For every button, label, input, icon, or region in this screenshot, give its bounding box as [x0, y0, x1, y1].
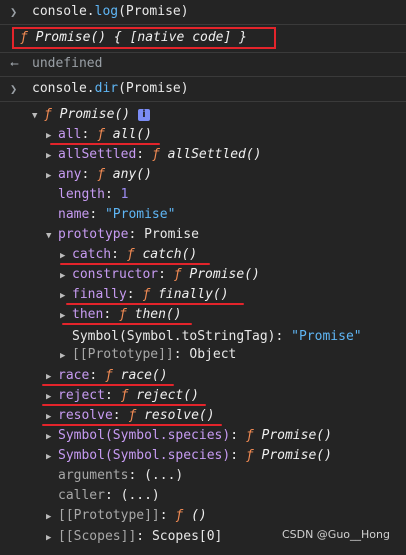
console-input-line-2: ❯ console.dir(Promise): [0, 79, 406, 99]
tree-item-any[interactable]: ▶ any: ƒ any(): [0, 165, 406, 185]
tree-item-catch[interactable]: ▶ catch: ƒ catch(): [0, 245, 406, 265]
tree-item-race[interactable]: ▶ race: ƒ race(): [0, 366, 406, 386]
collapse-triangle-icon[interactable]: ▶: [46, 447, 58, 467]
undefined-text: undefined: [32, 56, 103, 71]
tree-item-prototype-object[interactable]: ▶ [[Prototype]]: Object: [0, 345, 406, 365]
tree-item-species-2[interactable]: ▶ Symbol(Symbol.species): ƒ Promise(): [0, 446, 406, 466]
tree-item-name: name: "Promise": [58, 207, 176, 222]
tree-item-tostringtag: Symbol(Symbol.toStringTag): "Promise": [72, 329, 362, 344]
watermark: CSDN @Guo__Hong: [281, 528, 390, 541]
input-chevron-icon: ❯: [10, 5, 18, 19]
tree-item-caller[interactable]: caller: (...): [0, 486, 406, 506]
expand-triangle-icon[interactable]: ▼: [46, 226, 58, 246]
tree-item-reject[interactable]: ▶ reject: ƒ reject(): [0, 386, 406, 406]
collapse-triangle-icon[interactable]: ▶: [46, 166, 58, 186]
collapse-triangle-icon[interactable]: ▶: [46, 427, 58, 447]
console-arg: (Promise): [118, 4, 189, 19]
return-arrow-icon: ⭠: [10, 57, 19, 70]
tree-item-finally[interactable]: ▶ finally: ƒ finally(): [0, 285, 406, 305]
tree-item-length: length: 1: [58, 187, 129, 202]
return-value-line: ⭠ undefined: [0, 54, 406, 74]
console-input-line: ❯ console.log(Promise): [0, 2, 406, 22]
tree-item-then[interactable]: ▶ then: ƒ then(): [0, 305, 406, 325]
input-chevron-icon-2: ❯: [10, 82, 18, 96]
console-prefix-2: console.: [32, 81, 95, 96]
expand-triangle-icon[interactable]: ▼: [32, 106, 44, 126]
tree-item-constructor[interactable]: ▶ constructor: ƒ Promise(): [0, 265, 406, 285]
function-f-glyph: ƒ: [20, 30, 28, 45]
info-icon[interactable]: i: [137, 109, 150, 121]
tree-root[interactable]: ▼ ƒ Promise() i: [0, 105, 406, 125]
tree-item-all[interactable]: ▶ all: ƒ all(): [0, 125, 406, 145]
root-name: Promise(): [59, 107, 131, 122]
console-method-2: dir: [94, 81, 119, 96]
collapse-triangle-icon[interactable]: ▶: [60, 346, 72, 366]
collapse-triangle-icon[interactable]: ▶: [46, 528, 58, 548]
console-arg-2: (Promise): [118, 81, 189, 96]
tree-item-prototype-fn[interactable]: ▶ [[Prototype]]: ƒ (): [0, 506, 406, 526]
log-output-text: Promise() { [native code] }: [27, 30, 247, 45]
console-prefix: console.: [32, 4, 95, 19]
collapse-triangle-icon[interactable]: ▶: [60, 266, 72, 286]
tree-item-species-1[interactable]: ▶ Symbol(Symbol.species): ƒ Promise(): [0, 426, 406, 446]
tree-item-resolve[interactable]: ▶ resolve: ƒ resolve(): [0, 406, 406, 426]
tree-item-prototype[interactable]: ▼ prototype: Promise: [0, 225, 406, 245]
log-output[interactable]: ƒ Promise() { [native code] }: [0, 28, 406, 48]
tree-item-allsettled[interactable]: ▶ allSettled: ƒ allSettled(): [0, 145, 406, 165]
tree-item-arguments[interactable]: arguments: (...): [0, 466, 406, 486]
collapse-triangle-icon[interactable]: ▶: [46, 507, 58, 527]
collapse-triangle-icon[interactable]: ▶: [46, 146, 58, 166]
console-method: log: [94, 4, 119, 19]
